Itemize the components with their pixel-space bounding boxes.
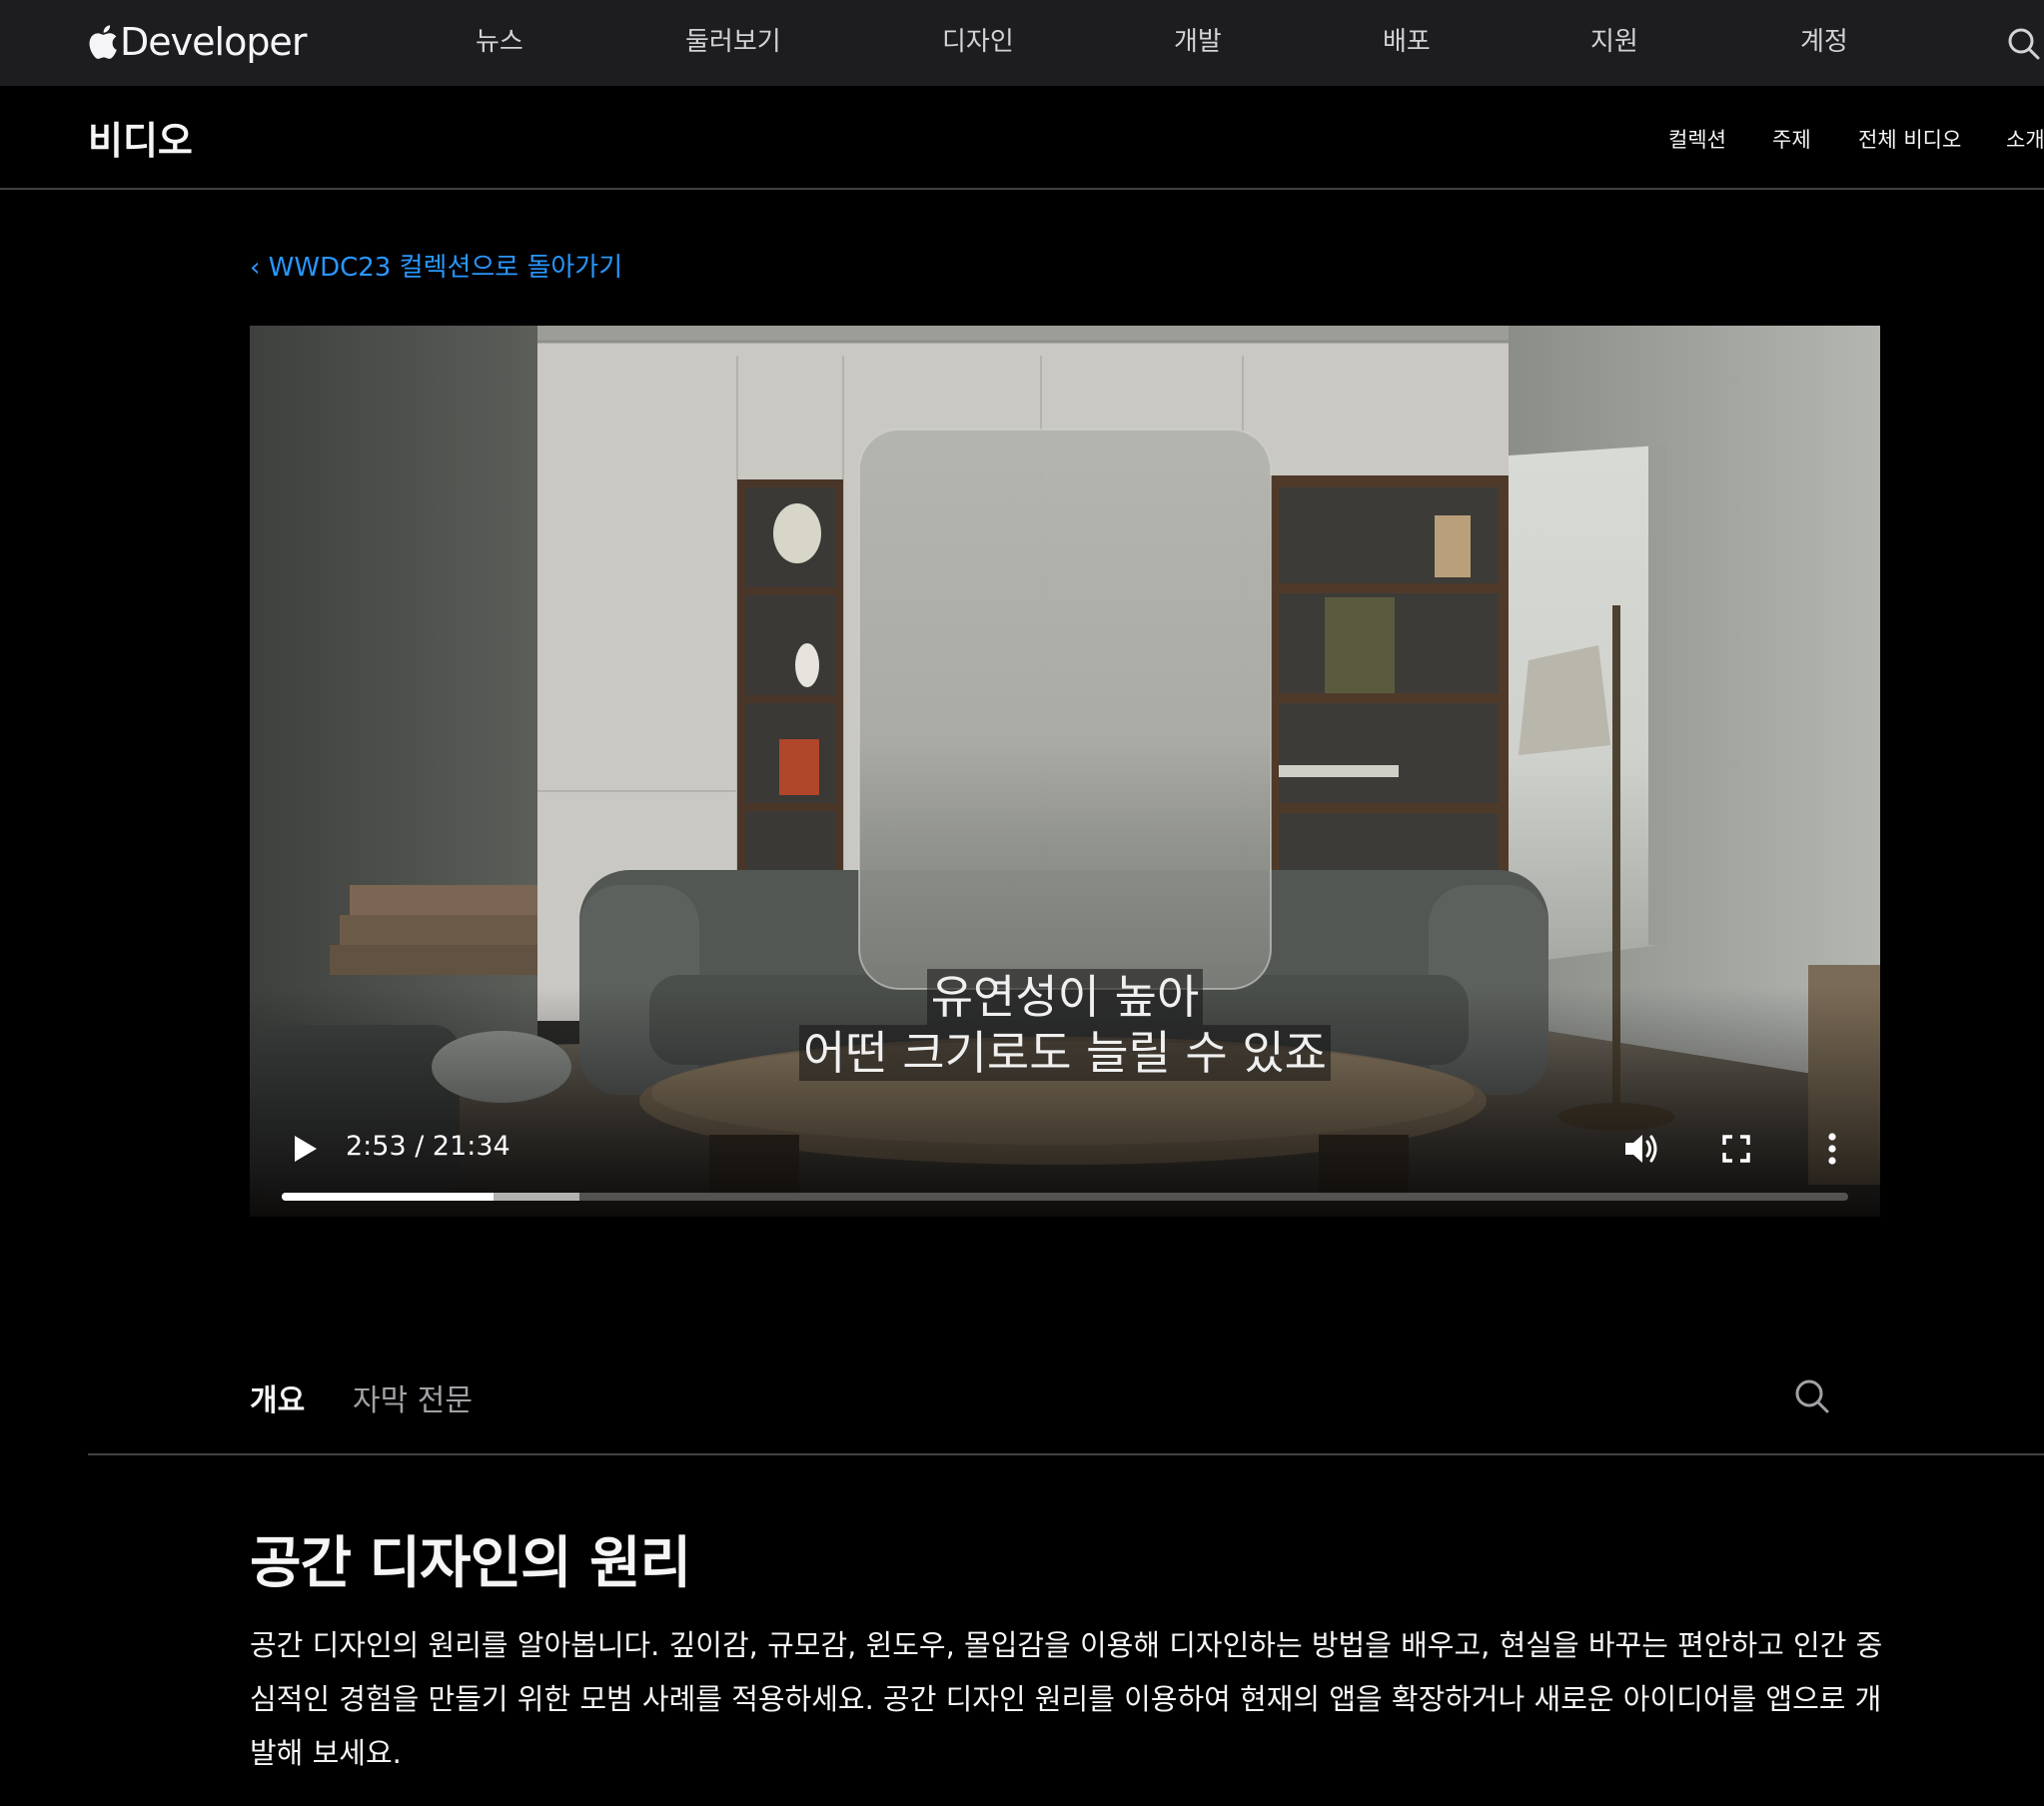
search-icon[interactable] [2004, 24, 2044, 64]
nav-item-account[interactable]: 계정 [1800, 0, 1848, 86]
video-description: 공간 디자인의 원리를 알아봅니다. 깊이감, 규모감, 윈도우, 몰입감을 이… [250, 1628, 1883, 1770]
global-nav: Developer 뉴스 둘러보기 디자인 개발 배포 지원 계정 [0, 0, 2044, 86]
time-display: 2:53 / 21:34 [346, 1131, 511, 1162]
nav-item-design[interactable]: 디자인 [942, 0, 1014, 86]
volume-icon[interactable] [1620, 1129, 1660, 1169]
apple-developer-logo[interactable]: Developer [88, 16, 307, 68]
play-icon[interactable] [286, 1131, 322, 1167]
page-title: 공간 디자인의 원리 [250, 1531, 691, 1596]
nav-item-distribute[interactable]: 배포 [1383, 0, 1431, 86]
video-controls: 2:53 / 21:34 [250, 326, 1880, 1217]
nav-item-support[interactable]: 지원 [1590, 0, 1638, 86]
transcript-search-icon[interactable] [1792, 1376, 1832, 1416]
localnav-item-collections[interactable]: 컬렉션 [1668, 124, 1726, 154]
localnav-item-all-videos[interactable]: 전체 비디오 [1858, 124, 1961, 154]
more-icon[interactable] [1822, 1129, 1842, 1169]
tab-overview[interactable]: 개요 [250, 1375, 305, 1419]
fullscreen-icon[interactable] [1718, 1131, 1754, 1167]
nav-item-news[interactable]: 뉴스 [476, 0, 523, 86]
tab-divider [88, 1453, 2044, 1455]
local-nav: 비디오 컬렉션 주제 전체 비디오 소개 [0, 86, 2044, 190]
apple-logo-icon [89, 25, 117, 59]
progress-played [282, 1193, 494, 1201]
localnav-item-about[interactable]: 소개 [2006, 124, 2044, 154]
nav-item-discover[interactable]: 둘러보기 [685, 0, 781, 86]
video-player[interactable]: 유연성이 높아 어떤 크기로도 늘릴 수 있죠 2:53 / 21:34 [250, 326, 1880, 1217]
progress-bar[interactable] [282, 1193, 1848, 1201]
tab-transcript[interactable]: 자막 전문 [353, 1375, 473, 1419]
section-title[interactable]: 비디오 [88, 110, 193, 165]
nav-item-develop[interactable]: 개발 [1174, 0, 1222, 86]
localnav-item-topics[interactable]: 주제 [1772, 124, 1811, 154]
brand-label: Developer [120, 20, 307, 64]
back-to-collection-link[interactable]: ‹ WWDC23 컬렉션으로 돌아가기 [250, 247, 622, 284]
